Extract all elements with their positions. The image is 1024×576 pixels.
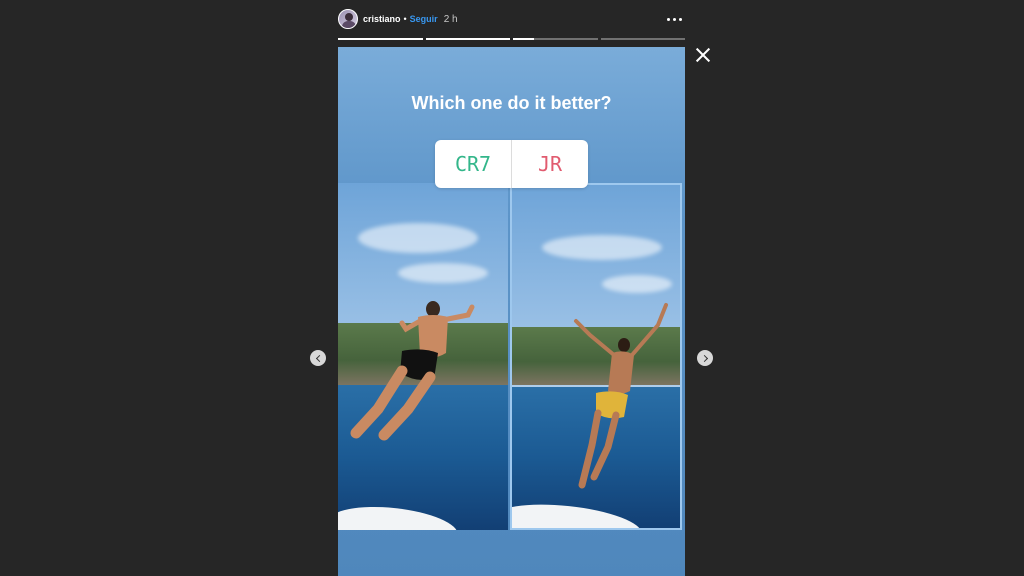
photo-left-diver: [338, 183, 508, 530]
separator-dot: •: [403, 14, 407, 24]
poll-question: Which one do it better?: [411, 93, 612, 113]
close-icon[interactable]: [695, 47, 711, 63]
poll-sticker: CR7 JR: [435, 140, 588, 188]
username[interactable]: cristiano: [363, 14, 401, 24]
story-header: cristiano • Seguir 2 h: [338, 8, 685, 30]
follow-button[interactable]: Seguir: [410, 14, 438, 24]
progress-segment: [513, 38, 598, 40]
more-options-icon[interactable]: [663, 8, 685, 30]
poll-option-jr[interactable]: JR: [512, 140, 588, 188]
story-progress-bar: [338, 38, 685, 40]
progress-segment: [425, 38, 510, 40]
avatar[interactable]: [338, 9, 358, 29]
story-content[interactable]: Which one do it better? CR7 JR: [338, 47, 685, 576]
progress-segment: [600, 38, 685, 40]
post-time: 2 h: [443, 13, 458, 25]
photo-right-diver: [510, 183, 682, 530]
progress-segment: [338, 38, 423, 40]
chevron-left-icon[interactable]: [310, 350, 326, 366]
poll-option-cr7[interactable]: CR7: [435, 140, 512, 188]
chevron-right-icon[interactable]: [697, 350, 713, 366]
